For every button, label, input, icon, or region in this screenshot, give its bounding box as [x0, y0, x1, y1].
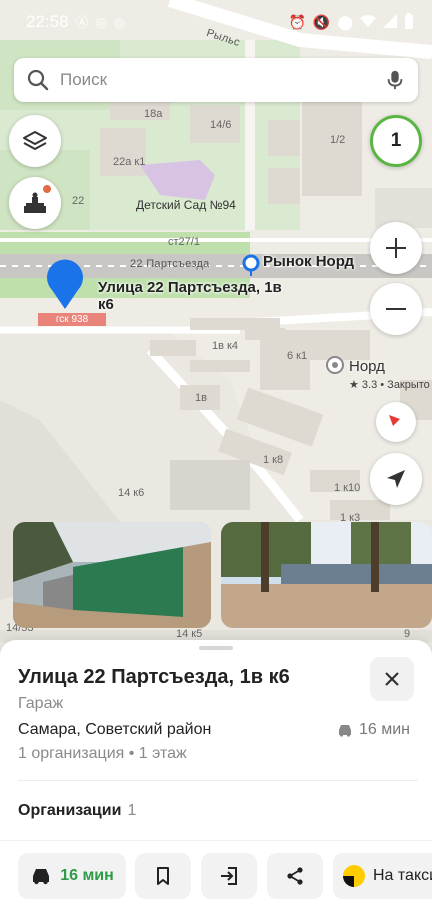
status-time: 22:58: [26, 12, 69, 31]
building-number: 14 к6: [118, 487, 145, 499]
share-icon: [287, 867, 303, 885]
bus-stop-icon[interactable]: [242, 254, 260, 281]
building-number: 18a: [144, 108, 163, 120]
search-input[interactable]: [60, 70, 384, 90]
building-number: 1 к10: [334, 482, 361, 494]
plus-icon: [386, 238, 406, 258]
sheet-grabber[interactable]: [199, 646, 233, 650]
route-button[interactable]: 16 мин: [18, 853, 126, 899]
landmark-building-icon: [24, 192, 46, 213]
pin-label: Улица 22 Партсъезда, 1в к6: [98, 279, 282, 313]
navigation-arrow-icon: [387, 470, 405, 488]
divider: [18, 780, 418, 781]
bookmark-icon: [157, 867, 169, 885]
minus-icon: [386, 308, 406, 310]
photo-garages[interactable]: [13, 522, 211, 628]
photo-yard[interactable]: [221, 522, 432, 628]
circle-notification-icon: ◎: [113, 14, 126, 30]
building-number: 1 к8: [263, 454, 284, 466]
location-pin-icon[interactable]: [45, 258, 85, 315]
drive-time: 16 мин: [337, 721, 410, 739]
building-number: 14/6: [210, 119, 232, 131]
car-icon: [339, 725, 351, 737]
entrance-icon: [221, 867, 237, 885]
gsk-tag: гск 938: [38, 313, 106, 326]
car-icon: [33, 869, 50, 885]
street-label-main: 22 Партсъезда: [130, 258, 210, 270]
action-bar: 16 мин На такси: [0, 840, 432, 910]
building-number: 9: [404, 628, 411, 640]
zoom-in-button[interactable]: [370, 222, 422, 274]
organizations-label: Организации: [18, 802, 122, 819]
enter-button[interactable]: [201, 853, 257, 899]
shop-label[interactable]: Норд: [349, 358, 385, 375]
my-location-button[interactable]: [370, 453, 422, 505]
kindergarten-label: Детский Сад №94: [136, 198, 236, 212]
share-button[interactable]: [267, 853, 323, 899]
close-button[interactable]: [370, 657, 414, 701]
search-icon: [27, 69, 49, 91]
place-title: Улица 22 Партсъезда, 1в к6: [18, 666, 290, 688]
building-number: 6 к1: [287, 350, 308, 362]
status-bar: 22:58 Ⓐ ◎ ◎ ⏰ 🔇 ⬤: [0, 0, 432, 44]
microphone-icon[interactable]: [384, 69, 406, 91]
zoom-out-button[interactable]: [370, 283, 422, 335]
shop-pin-icon[interactable]: [326, 356, 344, 379]
layers-icon: [23, 131, 47, 150]
alarm-icon: ⏰: [288, 14, 306, 30]
building-number: 22: [72, 195, 85, 207]
close-icon: [385, 672, 399, 686]
battery-icon: [404, 13, 414, 31]
circle-notification-icon: ◎: [95, 14, 107, 30]
signal-icon: [383, 14, 397, 30]
wifi-icon: [360, 14, 376, 30]
location-icon: ⬤: [337, 14, 353, 30]
organizations-row[interactable]: Организации 1: [18, 802, 136, 820]
building-number: 1в к4: [212, 340, 238, 352]
alarm-a-icon: Ⓐ: [75, 14, 89, 30]
route-time: 16 мин: [60, 867, 114, 884]
bus-stop-label[interactable]: Рынок Норд: [263, 253, 354, 270]
photo-carousel[interactable]: [13, 522, 432, 628]
organizations-count: 1: [127, 802, 137, 819]
compass-icon: [389, 415, 403, 429]
building-number: 14 к5: [176, 628, 203, 640]
bookmark-button[interactable]: [135, 853, 191, 899]
place-meta: 1 организация • 1 этаж: [18, 745, 187, 762]
building-number: 1/2: [330, 134, 346, 146]
objects-count-button[interactable]: 1: [370, 115, 422, 167]
notification-dot: [43, 185, 51, 193]
building-number: 22а к1: [113, 156, 146, 168]
search-bar[interactable]: [14, 58, 418, 102]
compass-button[interactable]: [376, 402, 416, 442]
place-address: Самара, Советский район: [18, 721, 212, 738]
nav-bar: [0, 906, 432, 910]
mute-icon: 🔇: [312, 14, 331, 30]
taxi-label: На такси: [373, 867, 432, 884]
drive-time-label: 16 мин: [359, 721, 411, 738]
building-number: 1в: [195, 392, 207, 404]
building-number: ст27/1: [168, 236, 200, 248]
landmarks-button[interactable]: [9, 177, 61, 229]
place-type: Гараж: [18, 695, 64, 712]
taxi-logo-icon: [343, 865, 365, 887]
shop-rating: ★ 3.3 • Закрыто: [349, 379, 430, 391]
layers-button[interactable]: [9, 115, 61, 167]
taxi-button[interactable]: На такси: [333, 853, 432, 899]
